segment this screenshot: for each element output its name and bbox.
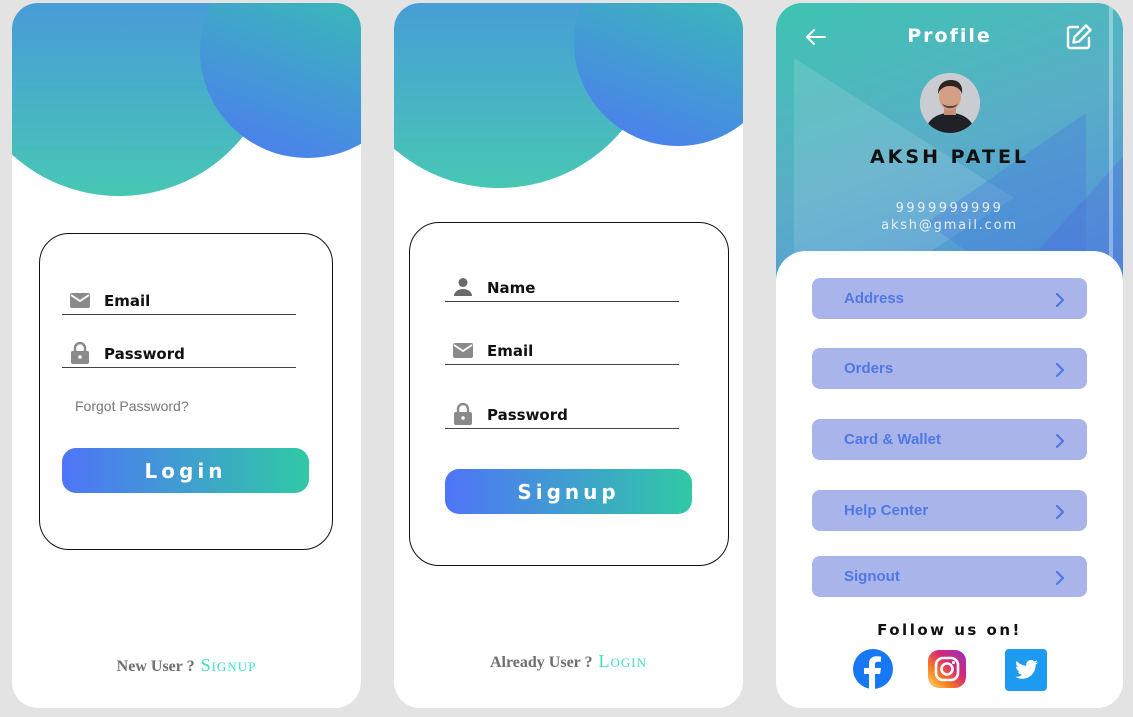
- menu-item-card-wallet[interactable]: Card & Wallet: [812, 419, 1087, 460]
- lock-icon: [68, 342, 92, 364]
- email-field[interactable]: Email: [445, 337, 679, 365]
- menu-item-orders[interactable]: Orders: [812, 348, 1087, 389]
- name-field[interactable]: Name: [445, 274, 679, 302]
- password-field[interactable]: Password: [445, 401, 679, 429]
- password-label: Password: [104, 345, 185, 363]
- menu-item-label: Card & Wallet: [844, 431, 941, 448]
- name-label: Name: [487, 279, 536, 297]
- signup-link[interactable]: Signup: [201, 655, 257, 675]
- menu-item-label: Signout: [844, 568, 900, 585]
- avatar: [920, 73, 980, 133]
- signup-prompt-text: New User ?: [116, 658, 195, 675]
- profile-header: Profile AKSH PATEL 9999999999 aksh@gmail…: [776, 3, 1123, 283]
- edit-icon[interactable]: [1065, 23, 1093, 51]
- chevron-right-icon: [1053, 292, 1067, 307]
- menu-item-label: Help Center: [844, 502, 929, 519]
- login-button[interactable]: Login: [62, 448, 309, 493]
- person-icon: [451, 277, 475, 297]
- login-prompt-text: Already User ?: [489, 654, 593, 671]
- menu-item-help-center[interactable]: Help Center: [812, 490, 1087, 531]
- profile-name: AKSH PATEL: [869, 146, 1030, 168]
- email-field[interactable]: Email: [62, 287, 296, 315]
- password-label: Password: [487, 406, 568, 424]
- signup-screen: Name Email Password Signup Already User …: [394, 3, 743, 708]
- forgot-password-link[interactable]: Forgot Password?: [75, 398, 189, 414]
- email-icon: [68, 290, 92, 310]
- signup-prompt: New User ? Signup: [12, 655, 361, 676]
- profile-screen: Profile AKSH PATEL 9999999999 aksh@gmail…: [776, 3, 1123, 708]
- login-link[interactable]: Login: [599, 651, 648, 671]
- twitter-icon[interactable]: [1005, 649, 1047, 691]
- chevron-right-icon: [1053, 504, 1067, 519]
- chevron-right-icon: [1053, 433, 1067, 448]
- email-label: Email: [104, 292, 151, 310]
- login-card: [39, 233, 333, 550]
- chevron-right-icon: [1053, 570, 1067, 585]
- email-icon: [451, 340, 475, 360]
- follow-heading: Follow us on!: [877, 621, 1022, 639]
- chevron-right-icon: [1053, 362, 1067, 377]
- facebook-icon[interactable]: [853, 649, 893, 689]
- email-label: Email: [487, 342, 534, 360]
- lock-icon: [451, 403, 475, 425]
- menu-item-label: Orders: [844, 360, 894, 377]
- profile-body: [776, 251, 1123, 708]
- profile-email: aksh@gmail.com: [881, 218, 1018, 233]
- menu-item-signout[interactable]: Signout: [812, 556, 1087, 597]
- login-prompt: Already User ? Login: [394, 651, 743, 672]
- login-screen: Email Password Forgot Password? Login Ne…: [12, 3, 361, 708]
- instagram-icon[interactable]: [927, 649, 967, 689]
- profile-phone: 9999999999: [895, 201, 1004, 216]
- signup-button[interactable]: Signup: [445, 469, 692, 514]
- password-field[interactable]: Password: [62, 340, 296, 368]
- menu-item-address[interactable]: Address: [812, 278, 1087, 319]
- menu-item-label: Address: [844, 290, 905, 307]
